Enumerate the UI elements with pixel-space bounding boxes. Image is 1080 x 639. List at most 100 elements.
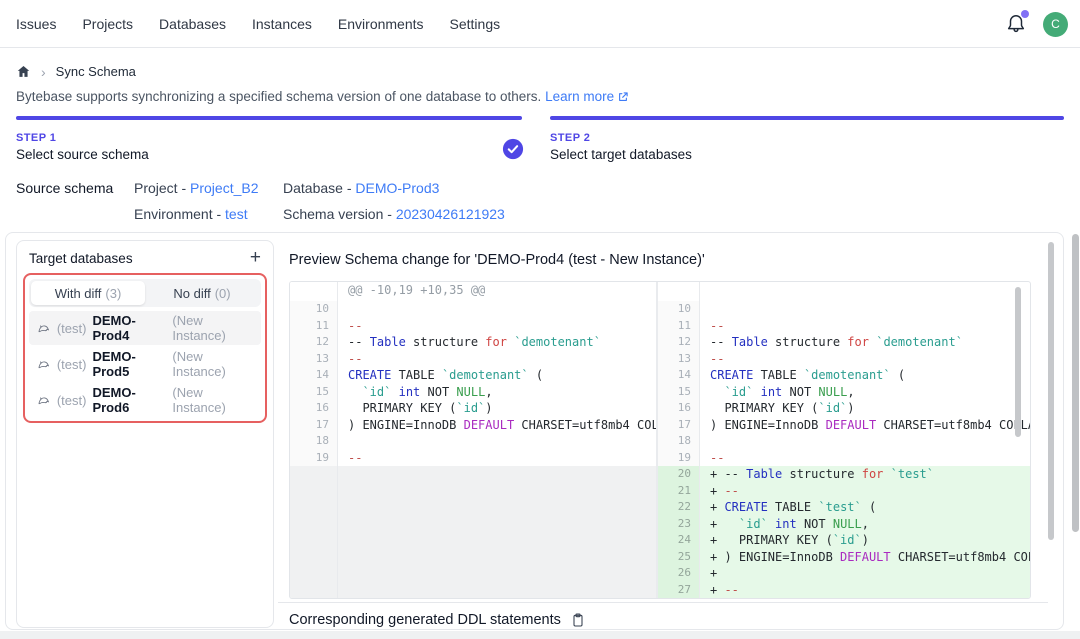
nav-item-environments[interactable]: Environments [338,16,424,32]
diff-line: 10 [290,301,656,318]
db-name: DEMO-Prod6 [92,385,166,415]
intro-description: Bytebase supports synchronizing a specif… [16,89,541,104]
field-database: Database - DEMO-Prod3 [283,180,505,196]
intro-text: Bytebase supports synchronizing a specif… [16,89,629,104]
top-navbar: Issues Projects Databases Instances Environm… [0,0,1080,48]
diff-line: 20+ -- Table structure for `test` [658,466,1030,483]
diff-line: 19-- [290,450,656,467]
environment-link[interactable]: test [225,206,248,222]
sync-schema-page: Issues Projects Databases Instances Environm… [0,0,1080,639]
mysql-icon [37,321,51,336]
diff-hunk-header: @@ -10,19 +10,35 @@ [290,282,656,301]
step1-label: Select source schema [16,147,149,162]
db-instance-suffix: (New Instance) [172,313,253,343]
diff-line: 26+ [658,565,1030,582]
target-databases-panel: Target databases + With diff (3) No diff… [16,240,274,628]
field-project: Project - Project_B2 [134,180,283,196]
step2-progress-bar [550,116,1064,120]
copy-clipboard-icon[interactable] [570,612,586,628]
db-name: DEMO-Prod5 [92,349,166,379]
db-environment: (test) [57,321,87,336]
diff-line: 12-- Table structure for `demotenant` [290,334,656,351]
field-schema-version: Schema version - 20230426121923 [283,206,505,222]
page-scrollbar[interactable] [1072,234,1079,532]
diff-line: 14CREATE TABLE `demotenant` ( [658,367,1030,384]
add-target-database-button[interactable]: + [250,250,261,266]
nav-item-settings[interactable]: Settings [450,16,501,32]
step1-complete-check-icon [502,138,524,160]
db-name: DEMO-Prod4 [92,313,166,343]
avatar[interactable]: C [1043,12,1068,37]
schema-diff-view: @@ -10,19 +10,35 @@1011--12-- Table stru… [289,281,1031,599]
diff-hunk-header [658,282,1030,301]
diff-line: 24+ PRIMARY KEY (`id`) [658,532,1030,549]
diff-line: 16 PRIMARY KEY (`id`) [658,400,1030,417]
target-db-item-demo-prod4[interactable]: (test) DEMO-Prod4(New Instance) [29,311,261,345]
diff-line: 17) ENGINE=InnoDB DEFAULT CHARSET=utf8mb… [290,417,656,434]
chevron-right-icon: › [41,65,46,79]
preview-title: Preview Schema change for 'DEMO-Prod4 (t… [289,252,705,268]
step2-eyebrow: STEP 2 [550,132,692,144]
diff-line: 25+ ) ENGINE=InnoDB DEFAULT CHARSET=utf8… [658,549,1030,566]
step1-eyebrow: STEP 1 [16,132,149,144]
tab-with-diff[interactable]: With diff (3) [31,281,145,305]
breadcrumb: › Sync Schema [16,64,136,79]
diff-line: 11-- [290,318,656,335]
diff-line: 18 [658,433,1030,450]
target-database-list: (test)DEMO-Prod4(New Instance) (test)DEM… [29,311,261,417]
target-db-item-demo-prod5[interactable]: (test) DEMO-Prod5(New Instance) [29,347,261,381]
diff-line: 12-- Table structure for `demotenant` [658,334,1030,351]
diff-line: 17) ENGINE=InnoDB DEFAULT CHARSET=utf8mb… [658,417,1030,434]
diff-line: 13-- [290,351,656,368]
preview-card-scrollbar[interactable] [1048,242,1054,540]
nav-item-projects[interactable]: Projects [82,16,133,32]
diff-line: 10 [658,301,1030,318]
notification-dot [1021,10,1029,18]
home-icon[interactable] [16,64,31,79]
ddl-statement-block-top [0,631,1080,639]
mysql-icon [37,357,51,372]
diff-line: 15 `id` int NOT NULL, [658,384,1030,401]
nav-item-instances[interactable]: Instances [252,16,312,32]
db-instance-suffix: (New Instance) [172,385,253,415]
nav-items: Issues Projects Databases Instances Environm… [16,16,500,32]
step2-label: Select target databases [550,147,692,162]
diff-line: 11-- [658,318,1030,335]
topnav-right: C [1005,0,1068,48]
nav-item-issues[interactable]: Issues [16,16,56,32]
diff-line: 21+ -- [658,483,1030,500]
diff-pane-scrollbar[interactable] [1015,287,1021,437]
step1-block: STEP 1 Select source schema [16,132,149,162]
notifications-button[interactable] [1005,13,1027,35]
breadcrumb-page: Sync Schema [56,64,136,79]
learn-more-link[interactable]: Learn more [545,89,629,104]
project-link[interactable]: Project_B2 [190,180,258,196]
ddl-title-text: Corresponding generated DDL statements [289,612,561,628]
tab-no-diff[interactable]: No diff (0) [145,281,259,305]
diff-line: 16 PRIMARY KEY (`id`) [290,400,656,417]
ddl-section-divider [278,602,1048,603]
diff-filter-tabs: With diff (3) No diff (0) [29,279,261,307]
external-link-icon [617,91,629,103]
diff-line: 18 [290,433,656,450]
diff-line: 15 `id` int NOT NULL, [290,384,656,401]
db-environment: (test) [57,357,87,372]
target-db-item-demo-prod6[interactable]: (test) DEMO-Prod6(New Instance) [29,383,261,417]
source-schema-label: Source schema [16,180,113,196]
db-instance-suffix: (New Instance) [172,349,253,379]
diff-line: 19-- [658,450,1030,467]
target-databases-highlight-box: With diff (3) No diff (0) (test) DEMO-Pro… [23,273,267,423]
diff-pane-source: @@ -10,19 +10,35 @@1011--12-- Table stru… [290,282,658,598]
diff-line: 23+ `id` int NOT NULL, [658,516,1030,533]
nav-item-databases[interactable]: Databases [159,16,226,32]
step1-progress-bar [16,116,522,120]
database-link[interactable]: DEMO-Prod3 [355,180,439,196]
db-environment: (test) [57,393,87,408]
source-schema-fields: Project - Project_B2 Database - DEMO-Pro… [134,180,505,222]
diff-empty-filler [290,466,656,598]
diff-line: 27+ -- [658,582,1030,599]
diff-pane-target: 1011--12-- Table structure for `demotena… [658,282,1030,598]
schema-version-link[interactable]: 20230426121923 [396,206,505,222]
mysql-icon [37,393,51,408]
step2-block: STEP 2 Select target databases [550,132,692,162]
